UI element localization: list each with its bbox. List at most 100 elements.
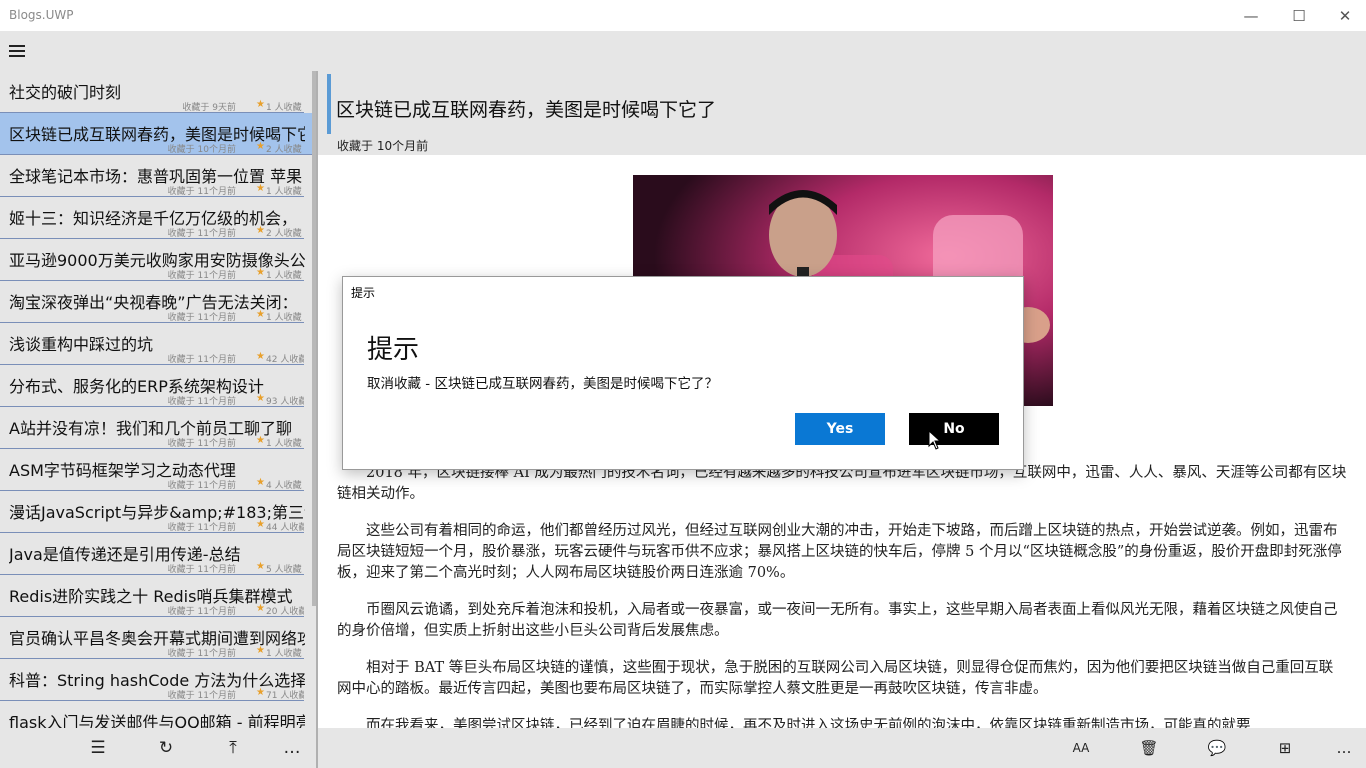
list-item[interactable]: 浅谈重构中踩过的坑 收藏于 11个月前 ★ 42 人收藏 — [0, 323, 304, 365]
left-toolbar: ☰ ↻ ⤒ … — [0, 728, 316, 768]
nav-bar — [0, 31, 1366, 71]
list-item-count: 5 人收藏 — [266, 565, 302, 575]
favorites-list[interactable]: 社交的破门时刻 收藏于 9天前 ★ 1 人收藏 区块链已成互联网春药，美图是时候喝下它了… — [0, 71, 312, 728]
maximize-button[interactable]: ☐ — [1276, 0, 1322, 31]
list-item-time: 收藏于 11个月前 — [167, 439, 236, 449]
list-item-meta: 收藏于 11个月前 ★ 1 人收藏 — [0, 183, 304, 197]
list-item[interactable]: 社交的破门时刻 收藏于 9天前 ★ 1 人收藏 — [0, 71, 304, 113]
article-toolbar: AA 🗑 💬 ⊞ … — [318, 728, 1366, 768]
refresh-button[interactable]: ↻ — [151, 734, 181, 762]
list-item-meta: 收藏于 11个月前 ★ 1 人收藏 — [0, 267, 304, 281]
list-item-count: 2 人收藏 — [266, 145, 302, 155]
hamburger-menu-icon[interactable] — [5, 39, 29, 63]
right-more-button[interactable]: … — [1329, 734, 1359, 762]
list-item-count: 1 人收藏 — [266, 271, 302, 281]
mouse-cursor-icon — [928, 430, 942, 450]
list-item[interactable]: 分布式、服务化的ERP系统架构设计 收藏于 11个月前 ★ 93 人收藏 — [0, 365, 304, 407]
list-item-time: 收藏于 11个月前 — [167, 607, 236, 617]
list-item-count: 71 人收藏 — [266, 691, 304, 701]
article-header: 区块链已成互联网春药，美图是时候喝下它了 收藏于 10个月前 — [318, 71, 1366, 155]
star-icon: ★ — [256, 435, 265, 446]
list-item-time: 收藏于 11个月前 — [167, 313, 236, 323]
list-item-meta: 收藏于 11个月前 ★ 1 人收藏 — [0, 435, 304, 449]
minimize-button[interactable]: — — [1228, 0, 1274, 31]
star-icon: ★ — [256, 477, 265, 488]
star-icon: ★ — [256, 645, 265, 656]
list-item-count: 93 人收藏 — [266, 397, 304, 407]
list-item-time: 收藏于 11个月前 — [167, 691, 236, 701]
list-item[interactable]: 区块链已成互联网春药，美图是时候喝下它了 收藏于 10个月前 ★ 2 人收藏 — [0, 113, 312, 155]
layout-button[interactable]: ⊞ — [1270, 734, 1300, 762]
list-item-time: 收藏于 11个月前 — [167, 481, 236, 491]
list-item-time: 收藏于 11个月前 — [167, 271, 236, 281]
list-item[interactable]: 全球笔记本市场：惠普巩固第一位置 苹果 收藏于 11个月前 ★ 1 人收藏 — [0, 155, 304, 197]
list-item[interactable]: 科普：String hashCode 方法为什么选择数字31收藏于 11个月前★… — [0, 659, 305, 701]
dialog-caption: 提示 — [351, 286, 376, 300]
yes-button[interactable]: Yes — [795, 413, 885, 445]
list-item-meta: 收藏于 11个月前 ★ 20 人收藏 — [0, 603, 304, 617]
article-paragraph: 这些公司有着相同的命运，他们都曾经历过风光，但经过互联网创业大潮的冲击，开始走下… — [337, 523, 1342, 581]
font-size-button[interactable]: AA — [1066, 734, 1096, 762]
list-view-button[interactable]: ☰ — [83, 734, 113, 762]
left-more-button[interactable]: … — [277, 734, 307, 762]
list-item-count: 1 人收藏 — [266, 103, 302, 113]
star-icon: ★ — [256, 99, 265, 110]
list-item-meta: 收藏于 9天前 ★ 1 人收藏 — [0, 99, 304, 113]
more-icon: … — [283, 738, 301, 758]
list-item[interactable]: ASM字节码框架学习之动态代理 收藏于 11个月前 ★ 4 人收藏 — [0, 449, 304, 491]
grid-icon: ⊞ — [1278, 739, 1292, 757]
list-item[interactable]: Java是值传递还是引用传递-总结 收藏于 11个月前 ★ 5 人收藏 — [0, 533, 304, 575]
star-icon: ★ — [256, 393, 265, 404]
star-icon: ★ — [256, 141, 265, 152]
dialog-heading: 提示 — [367, 335, 420, 365]
list-item-meta: 收藏于 11个月前 ★ 71 人收藏 — [0, 687, 304, 701]
list-item-time: 收藏于 11个月前 — [167, 229, 236, 239]
comments-button[interactable]: 💬 — [1202, 734, 1232, 762]
list-item-count: 1 人收藏 — [266, 187, 302, 197]
title-bar: Blogs.UWP — ☐ ✕ — [0, 0, 1366, 31]
list-item[interactable]: A站并没有凉！我们和几个前员工聊了聊 收藏于 11个月前 ★ 1 人收藏 — [0, 407, 304, 449]
list-item-count: 4 人收藏 — [266, 481, 302, 491]
list-item-time: 收藏于 11个月前 — [167, 565, 236, 575]
list-item-meta: 收藏于 11个月前 ★ 5 人收藏 — [0, 561, 304, 575]
delete-button[interactable]: 🗑 — [1134, 734, 1164, 762]
list-item[interactable]: 姬十三：知识经济是千亿万亿级的机会， 收藏于 11个月前 ★ 2 人收藏 — [0, 197, 304, 239]
list-item-title: flask入门与发送邮件与QQ邮箱 - 前程明亮 — [9, 713, 305, 728]
article-paragraph: 而在我看来，美图尝试区块链，已经到了迫在眉睫的时候，再不及时进入这场史无前例的泡… — [366, 718, 1251, 728]
more-icon: … — [1336, 739, 1352, 757]
list-item-time: 收藏于 11个月前 — [167, 355, 236, 365]
arrow-up-icon: ⤒ — [229, 738, 237, 758]
scroll-top-button[interactable]: ⤒ — [218, 734, 248, 762]
article-meta: 收藏于 10个月前 — [337, 139, 429, 153]
list-item-time: 收藏于 10个月前 — [167, 145, 236, 155]
list-item[interactable]: 亚马逊9000万美元收购家用安防摄像头公司 收藏于 11个月前 ★ 1 人收藏 — [0, 239, 305, 281]
dialog-message: 取消收藏 - 区块链已成互联网春药，美图是时候喝下它了？ — [367, 376, 718, 392]
font-icon: AA — [1072, 741, 1090, 755]
list-item-meta: 收藏于 11个月前 ★ 93 人收藏 — [0, 393, 304, 407]
list-item-count: 2 人收藏 — [266, 229, 302, 239]
list-item[interactable]: Redis进阶实践之十 Redis哨兵集群模式 收藏于 11个月前 ★ 20 人收藏 — [0, 575, 304, 617]
list-item-meta: 收藏于 10个月前 ★ 2 人收藏 — [0, 141, 304, 155]
no-button[interactable]: No — [909, 413, 999, 445]
list-item[interactable]: 漫话JavaScript与异步&amp;#183;第三话——收藏于 11个月前★… — [0, 491, 305, 533]
star-icon: ★ — [256, 561, 265, 572]
list-item-time: 收藏于 11个月前 — [167, 397, 236, 407]
list-item[interactable]: 官员确认平昌冬奥会开幕式期间遭到网络攻击 收藏于 11个月前 ★ 1 人收藏 — [0, 617, 305, 659]
comment-icon: 💬 — [1207, 739, 1227, 757]
list-item-time: 收藏于 9天前 — [182, 103, 236, 113]
article-paragraph: 相对于 BAT 等巨头布局区块链的谨慎，这些囿于现状，急于脱困的互联网公司入局区… — [337, 660, 1334, 697]
list-item-count: 1 人收藏 — [266, 649, 302, 659]
list-item-meta: 收藏于 11个月前 ★ 44 人收藏 — [0, 519, 304, 533]
star-icon: ★ — [256, 687, 265, 698]
refresh-icon: ↻ — [158, 738, 174, 758]
list-item[interactable]: 淘宝深夜弹出“央视春晚”广告无法关闭： 收藏于 11个月前 ★ 1 人收藏 — [0, 281, 304, 323]
list-item-time: 收藏于 11个月前 — [167, 649, 236, 659]
favorites-pane: 社交的破门时刻 收藏于 9天前 ★ 1 人收藏 区块链已成互联网春药，美图是时候喝下它了… — [0, 71, 316, 768]
list-item[interactable]: flask入门与发送邮件与QQ邮箱 - 前程明亮 — [0, 701, 305, 728]
list-item-count: 42 人收藏 — [266, 355, 304, 365]
list-item-time: 收藏于 11个月前 — [167, 187, 236, 197]
close-button[interactable]: ✕ — [1322, 0, 1366, 31]
list-item-count: 1 人收藏 — [266, 439, 302, 449]
star-icon: ★ — [256, 309, 265, 320]
list-item-meta: 收藏于 11个月前 ★ 4 人收藏 — [0, 477, 304, 491]
